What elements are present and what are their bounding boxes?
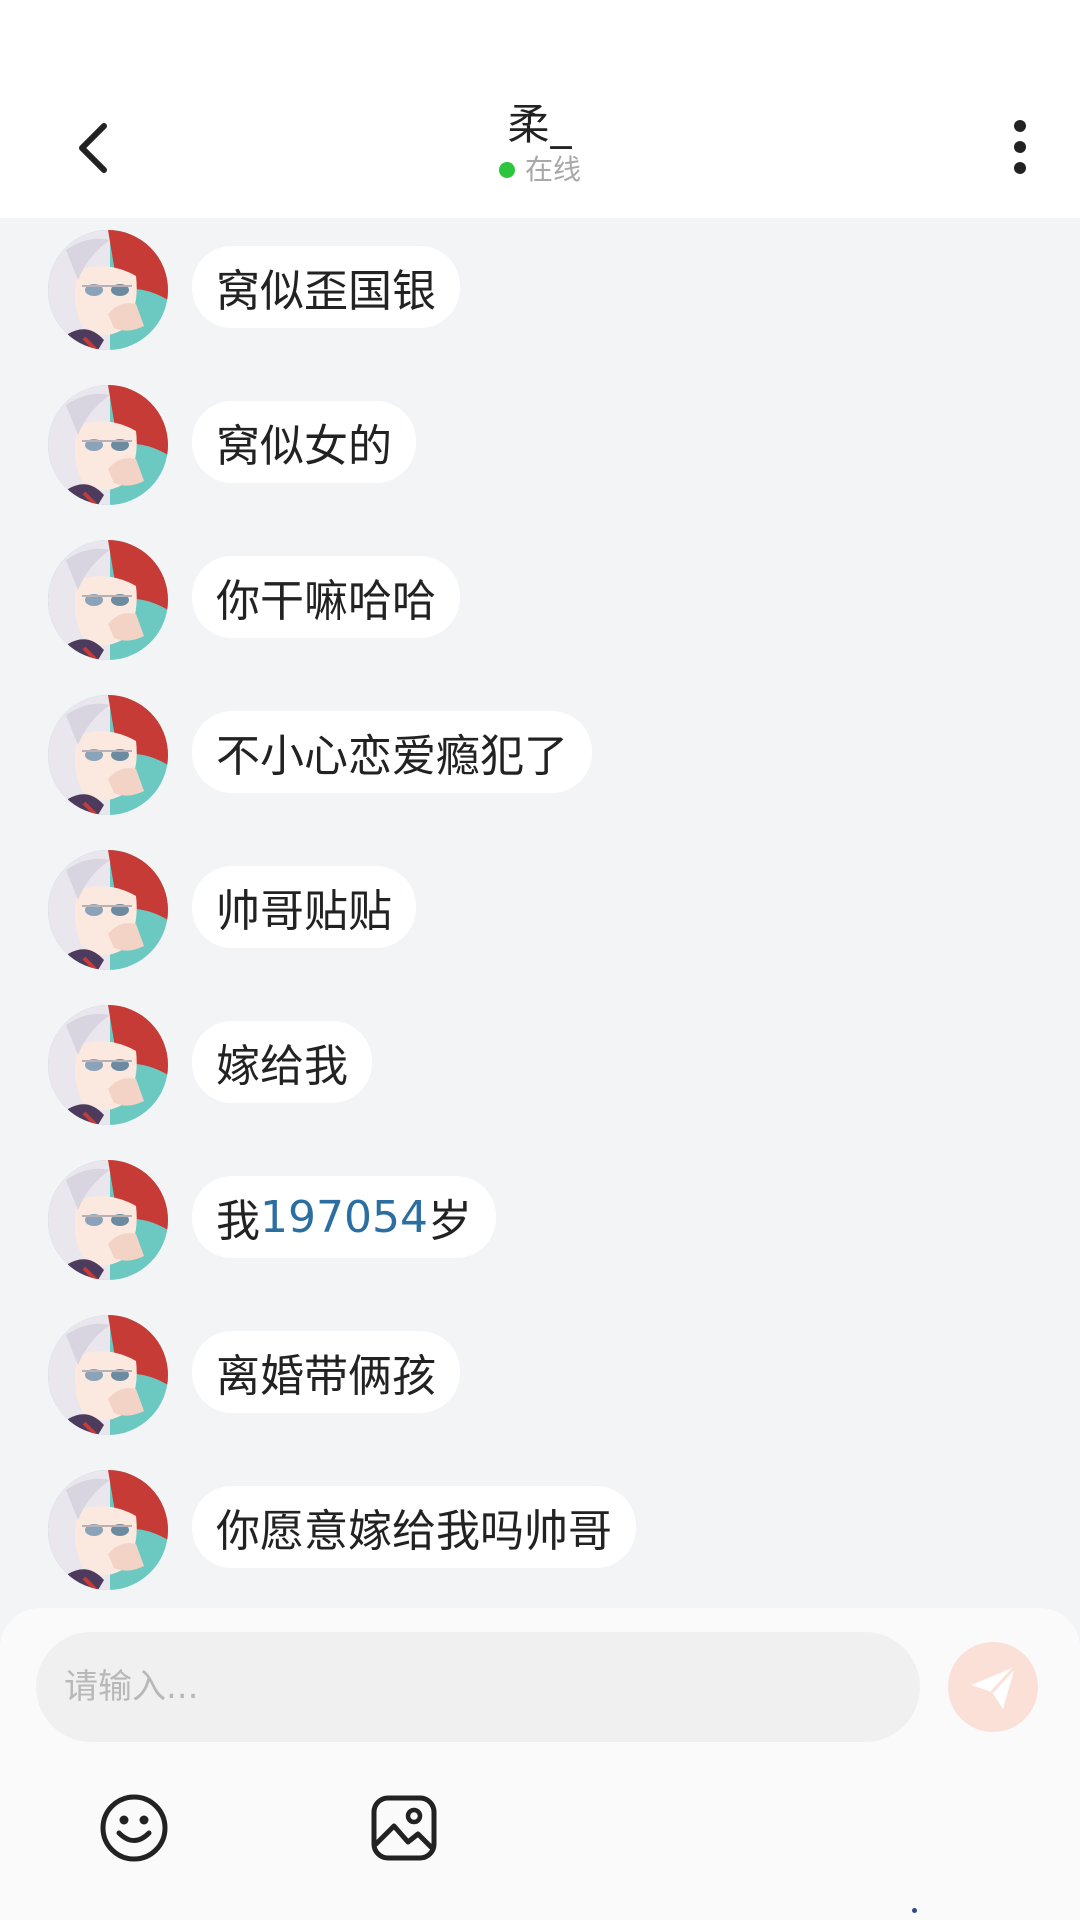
online-status: 在线 — [498, 152, 581, 188]
avatar[interactable] — [48, 230, 168, 350]
message-text: 不小心恋爱瘾犯了 — [216, 731, 568, 782]
message-bubble[interactable]: 你干嘛哈哈 — [192, 556, 460, 638]
avatar-image — [48, 695, 168, 815]
more-vertical-icon — [1014, 120, 1026, 174]
message-text: 我 — [216, 1196, 260, 1247]
message-row: 你干嘛哈哈 — [48, 540, 460, 660]
send-button[interactable] — [948, 1642, 1038, 1732]
message-row: 你愿意嫁给我吗帅哥 — [48, 1470, 636, 1590]
message-bubble[interactable]: 窝似女的 — [192, 401, 416, 483]
input-panel — [0, 1608, 1080, 1920]
message-list[interactable]: 窝似歪国银窝似女的你干嘛哈哈不小心恋爱瘾犯了 帅哥贴贴嫁给我我 197054 岁离婚带… — [0, 218, 1080, 1610]
avatar-image — [48, 1005, 168, 1125]
avatar[interactable] — [48, 1470, 168, 1590]
contact-name: 柔_ — [507, 100, 573, 149]
paper-plane-icon — [971, 1665, 1017, 1709]
message-row: 我 197054 岁 — [48, 1160, 496, 1280]
avatar-image — [48, 385, 168, 505]
chat-header: 柔_ 在线 — [0, 0, 1080, 218]
message-text: 你愿意嫁给我吗帅哥 — [216, 1506, 612, 1557]
avatar[interactable] — [48, 1315, 168, 1435]
avatar-image — [48, 1470, 168, 1590]
message-text: 窝似歪国银 — [216, 266, 436, 317]
message-input[interactable] — [36, 1632, 920, 1742]
message-bubble[interactable]: 帅哥贴贴 — [192, 866, 416, 948]
avatar[interactable] — [48, 695, 168, 815]
message-text: 嫁给我 — [216, 1041, 348, 1092]
message-text: 你干嘛哈哈 — [216, 576, 436, 627]
message-bubble[interactable]: 你愿意嫁给我吗帅哥 — [192, 1486, 636, 1568]
avatar-image — [48, 1315, 168, 1435]
message-bubble[interactable]: 不小心恋爱瘾犯了 — [192, 711, 592, 793]
image-icon — [371, 1795, 437, 1861]
message-bubble[interactable]: 我 197054 岁 — [192, 1176, 496, 1258]
avatar[interactable] — [48, 1005, 168, 1125]
message-row: 嫁给我 — [48, 1005, 372, 1125]
avatar-image — [48, 230, 168, 350]
message-number-link[interactable]: 197054 — [260, 1192, 428, 1243]
avatar-image — [48, 1160, 168, 1280]
message-row: 窝似歪国银 — [48, 230, 460, 350]
message-text: 帅哥贴贴 — [216, 886, 392, 937]
message-text-suffix: 岁 — [427, 1196, 472, 1247]
message-bubble[interactable]: 窝似歪国银 — [192, 246, 460, 328]
message-bubble[interactable]: 嫁给我 — [192, 1021, 372, 1103]
chat-title-area: 柔_ 在线 — [0, 100, 1080, 188]
avatar-image — [48, 540, 168, 660]
emoji-button[interactable] — [98, 1792, 170, 1864]
message-row: 不小心恋爱瘾犯了 — [48, 695, 592, 815]
message-row: 窝似女的 — [48, 385, 416, 505]
smiley-icon — [100, 1794, 168, 1862]
avatar-image — [48, 850, 168, 970]
message-row: 离婚带俩孩 — [48, 1315, 460, 1435]
message-text: 离婚带俩孩 — [216, 1351, 436, 1402]
image-button[interactable] — [368, 1792, 440, 1864]
message-bubble[interactable]: 离婚带俩孩 — [192, 1331, 460, 1413]
message-text: 窝似女的 — [216, 421, 392, 472]
indicator-dot — [912, 1908, 917, 1913]
status-text: 在线 — [524, 153, 581, 186]
avatar[interactable] — [48, 540, 168, 660]
message-row: 帅哥贴贴 — [48, 850, 416, 970]
avatar[interactable] — [48, 850, 168, 970]
more-options-button[interactable] — [990, 112, 1050, 182]
avatar[interactable] — [48, 1160, 168, 1280]
avatar[interactable] — [48, 385, 168, 505]
online-dot-icon — [498, 162, 515, 178]
